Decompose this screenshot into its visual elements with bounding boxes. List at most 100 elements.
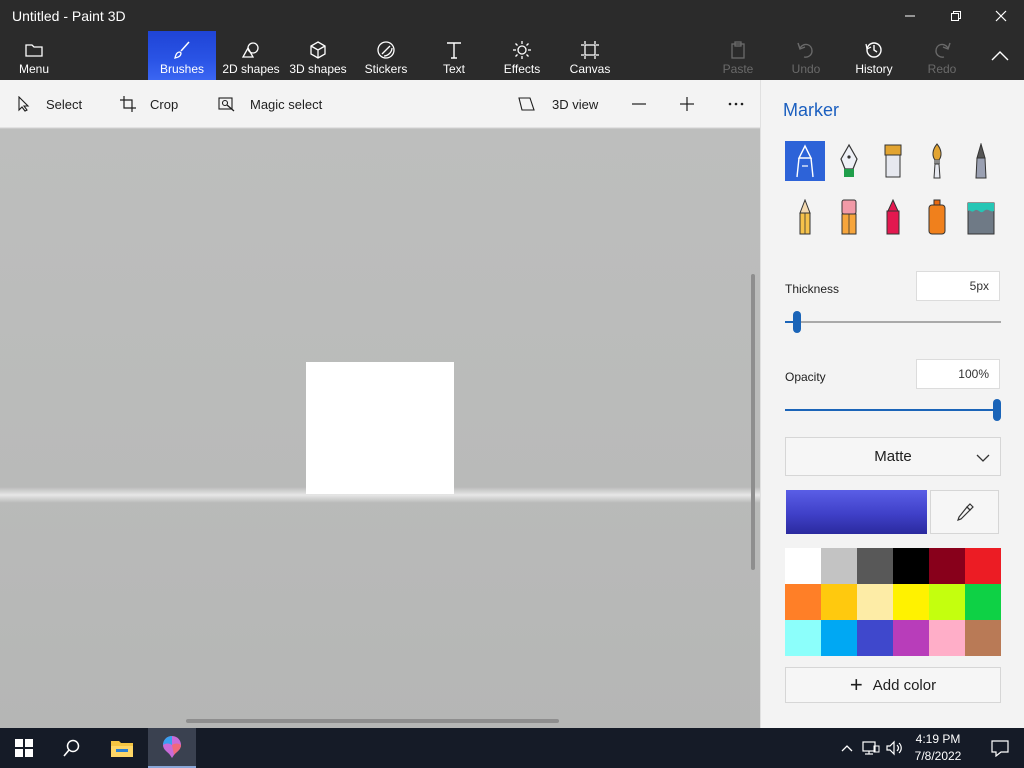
clock[interactable]: 4:19 PM 7/8/2022 bbox=[906, 731, 970, 765]
color-swatch[interactable] bbox=[857, 620, 893, 656]
crayon-brush[interactable] bbox=[873, 197, 913, 237]
color-swatch[interactable] bbox=[929, 548, 965, 584]
color-swatch[interactable] bbox=[929, 584, 965, 620]
pencil-brush[interactable] bbox=[785, 197, 825, 237]
paste-button[interactable]: Paste bbox=[716, 31, 760, 80]
volume-button[interactable] bbox=[884, 728, 906, 768]
restore-icon bbox=[951, 11, 961, 21]
watercolor-brush[interactable] bbox=[917, 141, 957, 181]
thickness-label: Thickness bbox=[785, 282, 840, 296]
brush-icon bbox=[172, 39, 192, 61]
zoom-out-button[interactable] bbox=[631, 80, 647, 128]
thickness-slider-thumb[interactable] bbox=[793, 311, 801, 333]
magic-select-tool[interactable]: Magic select bbox=[218, 80, 322, 128]
thickness-slider-track[interactable] bbox=[785, 321, 1001, 323]
network-icon bbox=[862, 741, 880, 755]
color-swatch[interactable] bbox=[893, 584, 929, 620]
opacity-input[interactable]: 100% bbox=[916, 359, 1000, 389]
search-button[interactable] bbox=[48, 728, 96, 768]
marker-brush[interactable] bbox=[785, 141, 825, 181]
drawing-canvas[interactable] bbox=[306, 362, 454, 494]
finish-dropdown[interactable]: Matte bbox=[785, 437, 1001, 476]
eyedropper-button[interactable] bbox=[930, 490, 999, 534]
action-center-button[interactable] bbox=[978, 728, 1022, 768]
color-swatch[interactable] bbox=[857, 584, 893, 620]
opacity-slider-thumb[interactable] bbox=[993, 399, 1001, 421]
file-explorer-button[interactable] bbox=[98, 728, 146, 768]
chevron-up-icon bbox=[991, 45, 1009, 67]
plus-icon: + bbox=[849, 672, 863, 697]
tab-text[interactable]: Text bbox=[432, 31, 476, 80]
network-button[interactable] bbox=[860, 728, 882, 768]
history-button[interactable]: History bbox=[848, 31, 900, 80]
ellipsis-icon bbox=[728, 102, 744, 106]
crop-tool[interactable]: Crop bbox=[120, 80, 178, 128]
paint3d-taskbar-button[interactable] bbox=[148, 728, 196, 768]
tab-2d-shapes[interactable]: 2D shapes bbox=[218, 31, 284, 80]
pixel-pen-icon bbox=[975, 143, 987, 179]
eraser-icon bbox=[841, 199, 857, 235]
start-button[interactable] bbox=[0, 728, 48, 768]
current-color-swatch[interactable] bbox=[786, 490, 927, 534]
zoom-in-button[interactable] bbox=[679, 80, 695, 128]
history-icon bbox=[864, 39, 884, 61]
2d-shapes-icon bbox=[241, 39, 261, 61]
paste-label: Paste bbox=[722, 62, 754, 76]
close-button[interactable] bbox=[978, 0, 1024, 32]
minimize-icon bbox=[905, 15, 915, 17]
color-swatch[interactable] bbox=[785, 548, 821, 584]
color-swatch[interactable] bbox=[893, 548, 929, 584]
tab-brushes[interactable]: Brushes bbox=[148, 31, 216, 80]
spray-can-brush[interactable] bbox=[917, 197, 957, 237]
clock-time: 4:19 PM bbox=[915, 732, 961, 746]
pixel-pen-brush[interactable] bbox=[961, 141, 1001, 181]
tab-canvas[interactable]: Canvas bbox=[566, 31, 614, 80]
color-swatch[interactable] bbox=[785, 620, 821, 656]
oil-brush[interactable] bbox=[873, 141, 913, 181]
color-swatch[interactable] bbox=[857, 548, 893, 584]
clipboard-icon bbox=[729, 39, 747, 61]
eraser-brush[interactable] bbox=[829, 197, 869, 237]
vertical-scrollbar[interactable] bbox=[751, 274, 755, 570]
undo-label: Undo bbox=[791, 62, 821, 76]
color-swatch[interactable] bbox=[929, 620, 965, 656]
3d-view-toggle[interactable]: 3D view bbox=[518, 80, 598, 128]
tab-label: Canvas bbox=[569, 62, 611, 76]
color-swatch[interactable] bbox=[965, 620, 1001, 656]
fill-brush[interactable] bbox=[961, 197, 1001, 237]
select-tool[interactable]: Select bbox=[16, 80, 82, 128]
3d-shapes-icon bbox=[309, 39, 327, 61]
minimize-button[interactable] bbox=[887, 0, 933, 32]
canvas-icon bbox=[580, 39, 600, 61]
color-swatch[interactable] bbox=[821, 584, 857, 620]
oil-brush-icon bbox=[884, 144, 902, 178]
color-swatch[interactable] bbox=[965, 584, 1001, 620]
thickness-input[interactable]: 5px bbox=[916, 271, 1000, 301]
3d-view-label: 3D view bbox=[552, 96, 599, 112]
show-hidden-icons-button[interactable] bbox=[837, 728, 857, 768]
redo-button[interactable]: Redo bbox=[920, 31, 964, 80]
calligraphy-pen-brush[interactable] bbox=[829, 141, 869, 181]
close-icon bbox=[995, 10, 1007, 22]
eyedropper-icon bbox=[956, 503, 974, 521]
tab-3d-shapes[interactable]: 3D shapes bbox=[286, 31, 350, 80]
paint3d-icon bbox=[163, 736, 181, 758]
add-color-button[interactable]: + Add color bbox=[785, 667, 1001, 703]
menu-button[interactable]: Menu bbox=[10, 31, 58, 80]
workspace[interactable] bbox=[0, 129, 760, 728]
color-swatch[interactable] bbox=[821, 548, 857, 584]
color-swatch[interactable] bbox=[893, 620, 929, 656]
tab-stickers[interactable]: Stickers bbox=[356, 31, 416, 80]
color-swatch[interactable] bbox=[785, 584, 821, 620]
color-swatch[interactable] bbox=[821, 620, 857, 656]
tab-effects[interactable]: Effects bbox=[500, 31, 544, 80]
horizontal-scrollbar[interactable] bbox=[186, 719, 559, 723]
collapse-ribbon-button[interactable] bbox=[982, 31, 1018, 80]
color-swatch[interactable] bbox=[965, 548, 1001, 584]
crayon-icon bbox=[886, 199, 900, 235]
effects-icon bbox=[512, 39, 532, 61]
more-options-button[interactable] bbox=[727, 80, 745, 128]
undo-button[interactable]: Undo bbox=[784, 31, 828, 80]
crop-label: Crop bbox=[150, 96, 179, 112]
restore-button[interactable] bbox=[933, 0, 979, 32]
